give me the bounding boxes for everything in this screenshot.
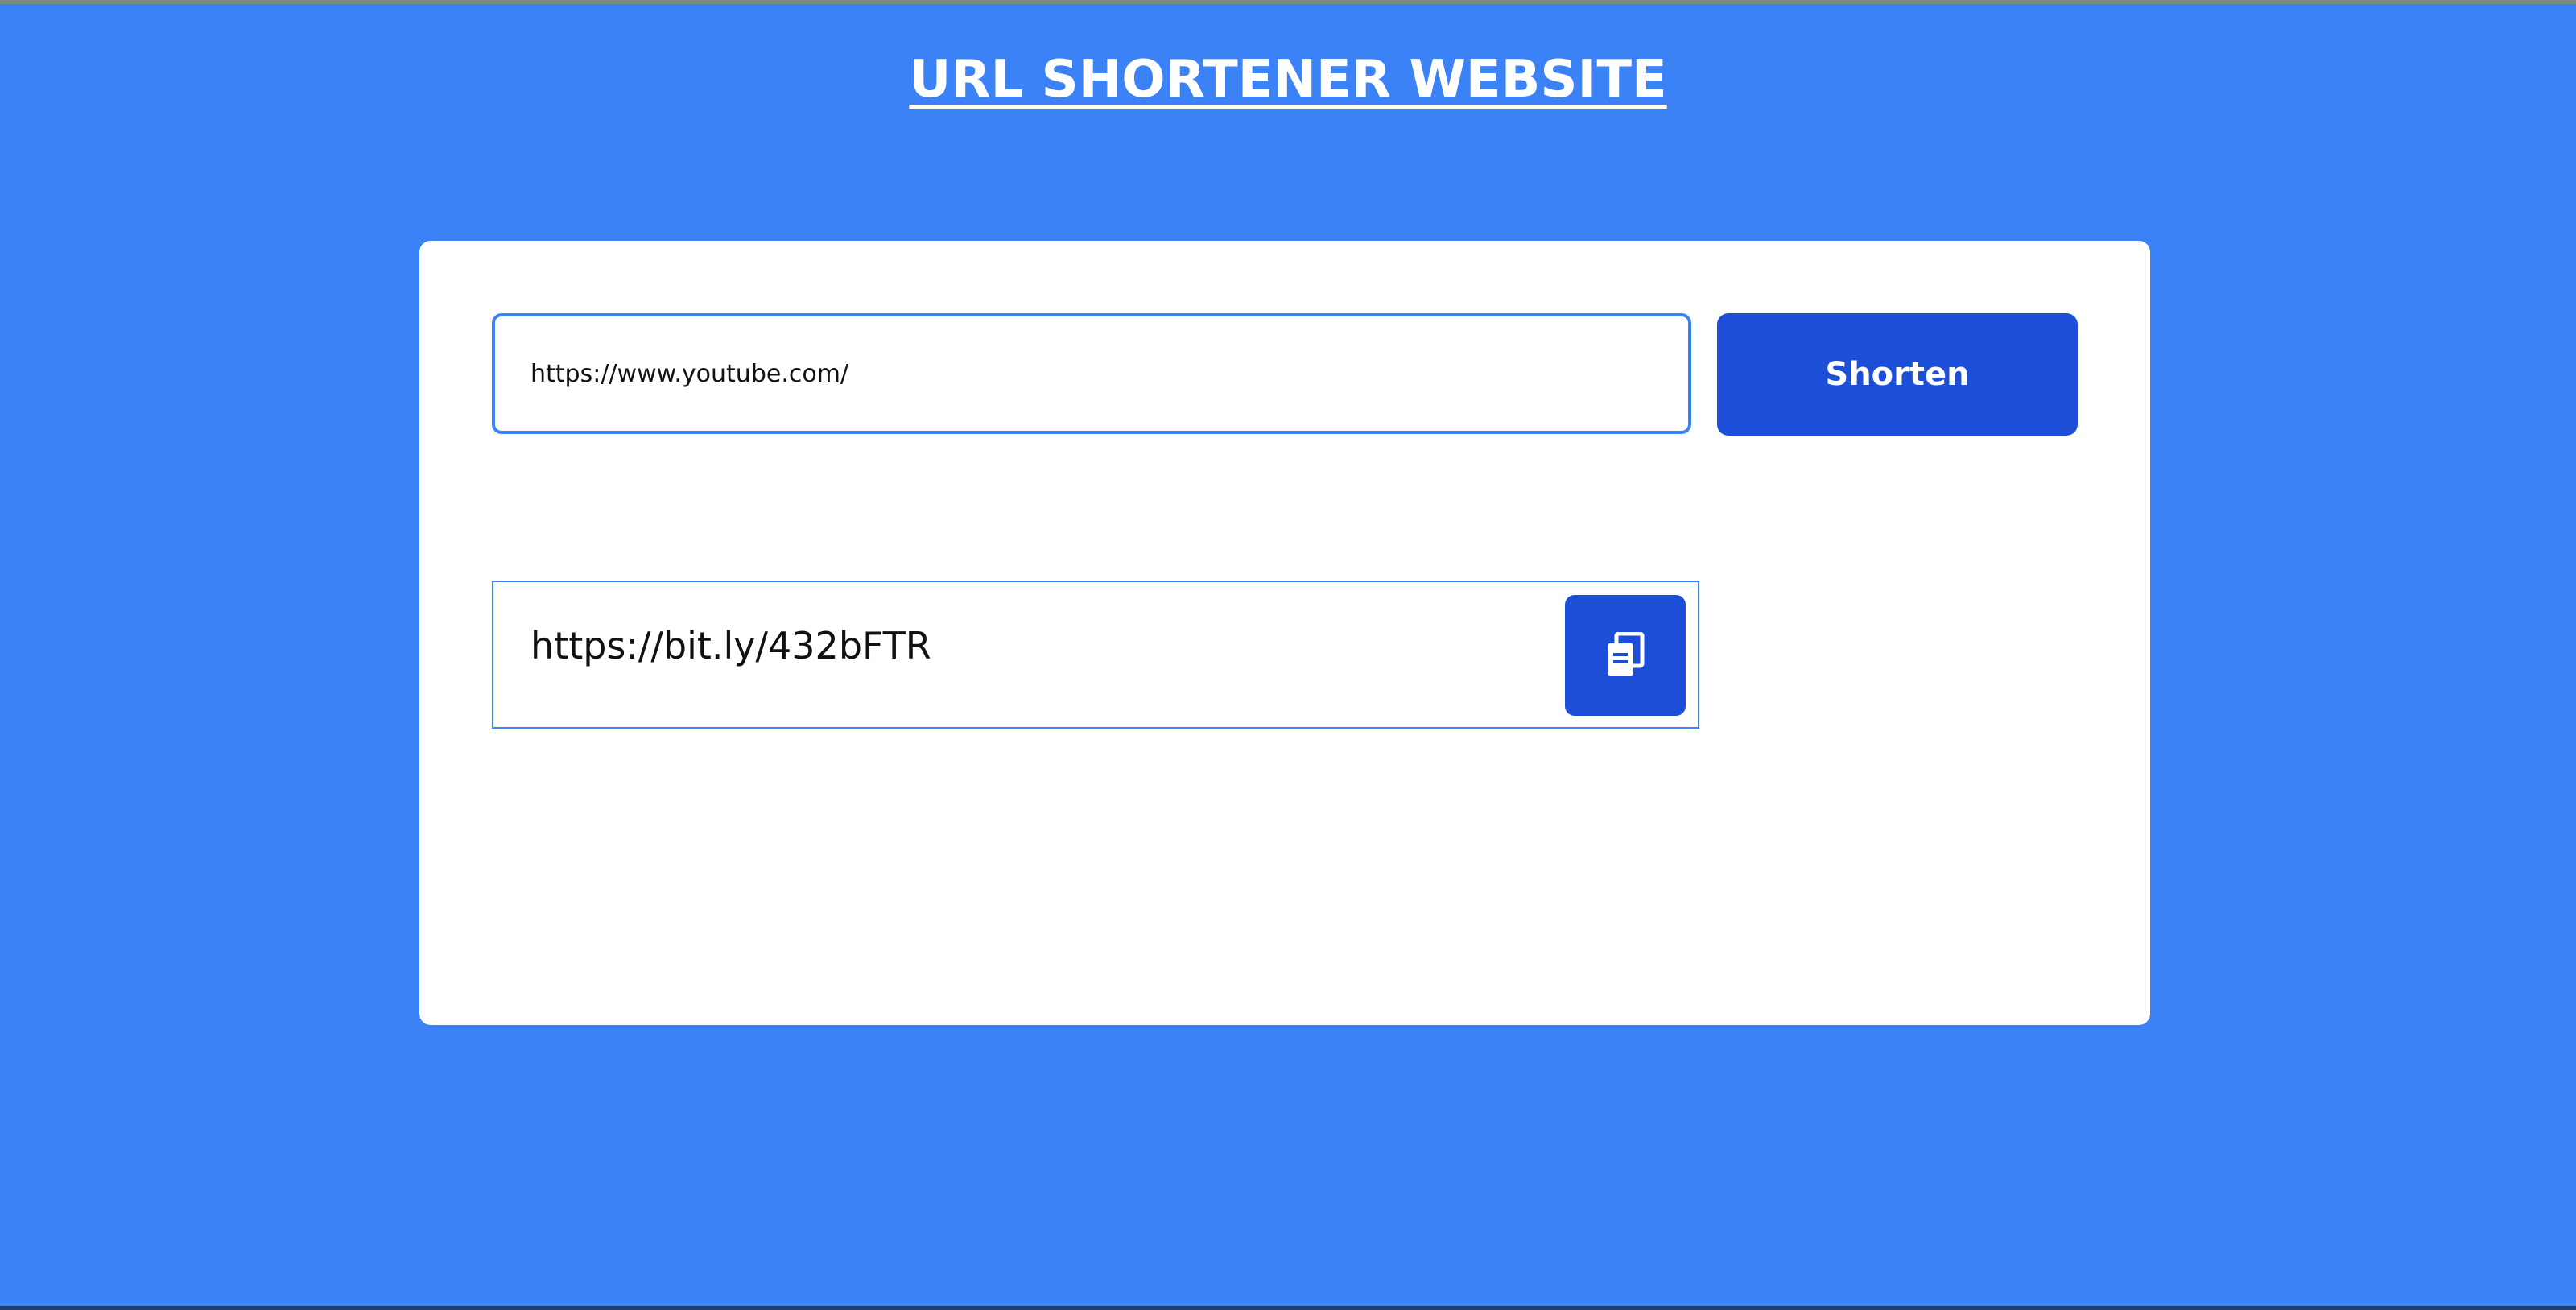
page-title: URL SHORTENER WEBSITE [909,50,1667,110]
short-url-text: https://bit.ly/432bFTR [530,624,931,667]
shortener-card: Shorten https://bit.ly/432bFTR [419,241,2150,1025]
page: URL SHORTENER WEBSITE Shorten https://bi… [0,0,2576,1310]
copy-icon [1608,632,1645,676]
result-box: https://bit.ly/432bFTR [492,581,1699,729]
url-input[interactable] [492,313,1691,434]
bottom-strip [0,1306,2576,1310]
top-strip [0,0,2576,4]
shorten-button[interactable]: Shorten [1717,313,2078,436]
copy-button[interactable] [1565,595,1686,716]
